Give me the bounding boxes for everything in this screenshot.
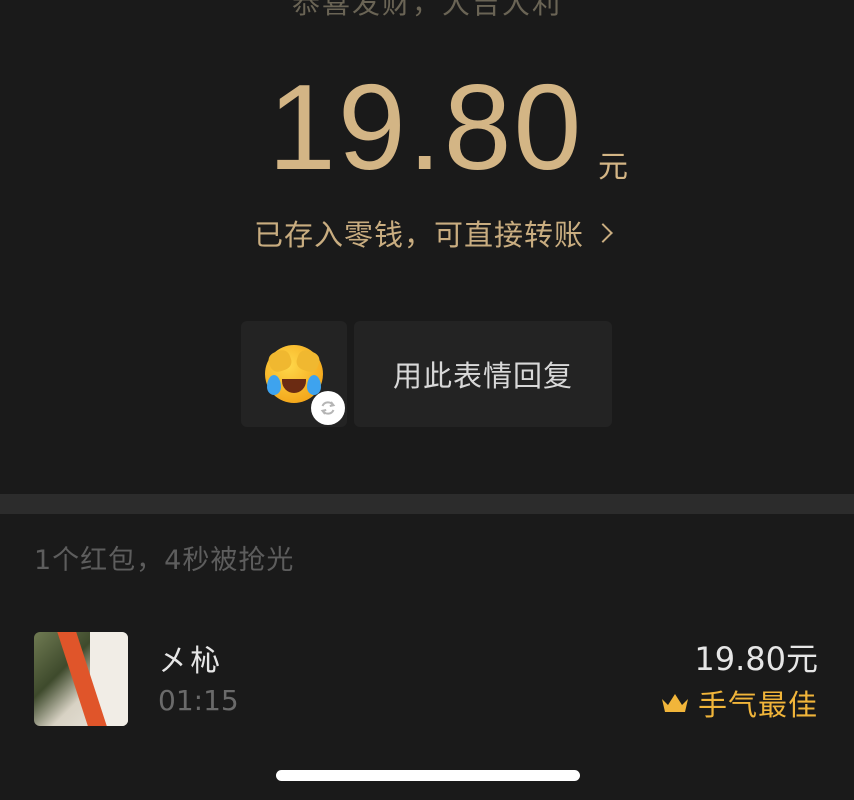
reply-with-emoji-button[interactable]: 用此表情回复 (354, 321, 612, 427)
section-divider (0, 494, 854, 514)
amount-row: 19.80 元 (0, 62, 854, 192)
crying-laughing-face-icon (265, 345, 323, 403)
greeting-text: 恭喜发财，大吉大利 (291, 0, 562, 20)
receive-time: 01:15 (158, 684, 239, 717)
refresh-icon[interactable] (311, 391, 345, 425)
stored-text: 已存入零钱，可直接转账 (254, 218, 585, 252)
recipient-name: 㐅杺 (158, 644, 222, 679)
crown-icon (661, 694, 688, 712)
red-packet-detail-page: 恭喜发财，大吉大利 19.80 元 已存入零钱，可直接转账 用此表情回复 1个红… (0, 0, 854, 800)
amount-unit: 元 (598, 150, 628, 185)
chevron-right-icon (593, 223, 613, 243)
received-amount: 19.80 (268, 59, 584, 195)
best-luck-badge: 手气最佳 (660, 682, 818, 724)
avatar[interactable] (34, 632, 128, 726)
home-indicator[interactable] (276, 770, 580, 781)
change-wallet-link[interactable]: 已存入零钱，可直接转账 (254, 212, 613, 254)
emoji-picker-button[interactable] (241, 321, 347, 427)
list-item[interactable]: 㐅杺 01:15 19.80元 手气最佳 (0, 632, 854, 728)
best-luck-label: 手气最佳 (697, 688, 818, 722)
recipient-amount: 19.80元 (694, 640, 818, 678)
packet-summary: 1个红包，4秒被抢光 (34, 545, 295, 576)
